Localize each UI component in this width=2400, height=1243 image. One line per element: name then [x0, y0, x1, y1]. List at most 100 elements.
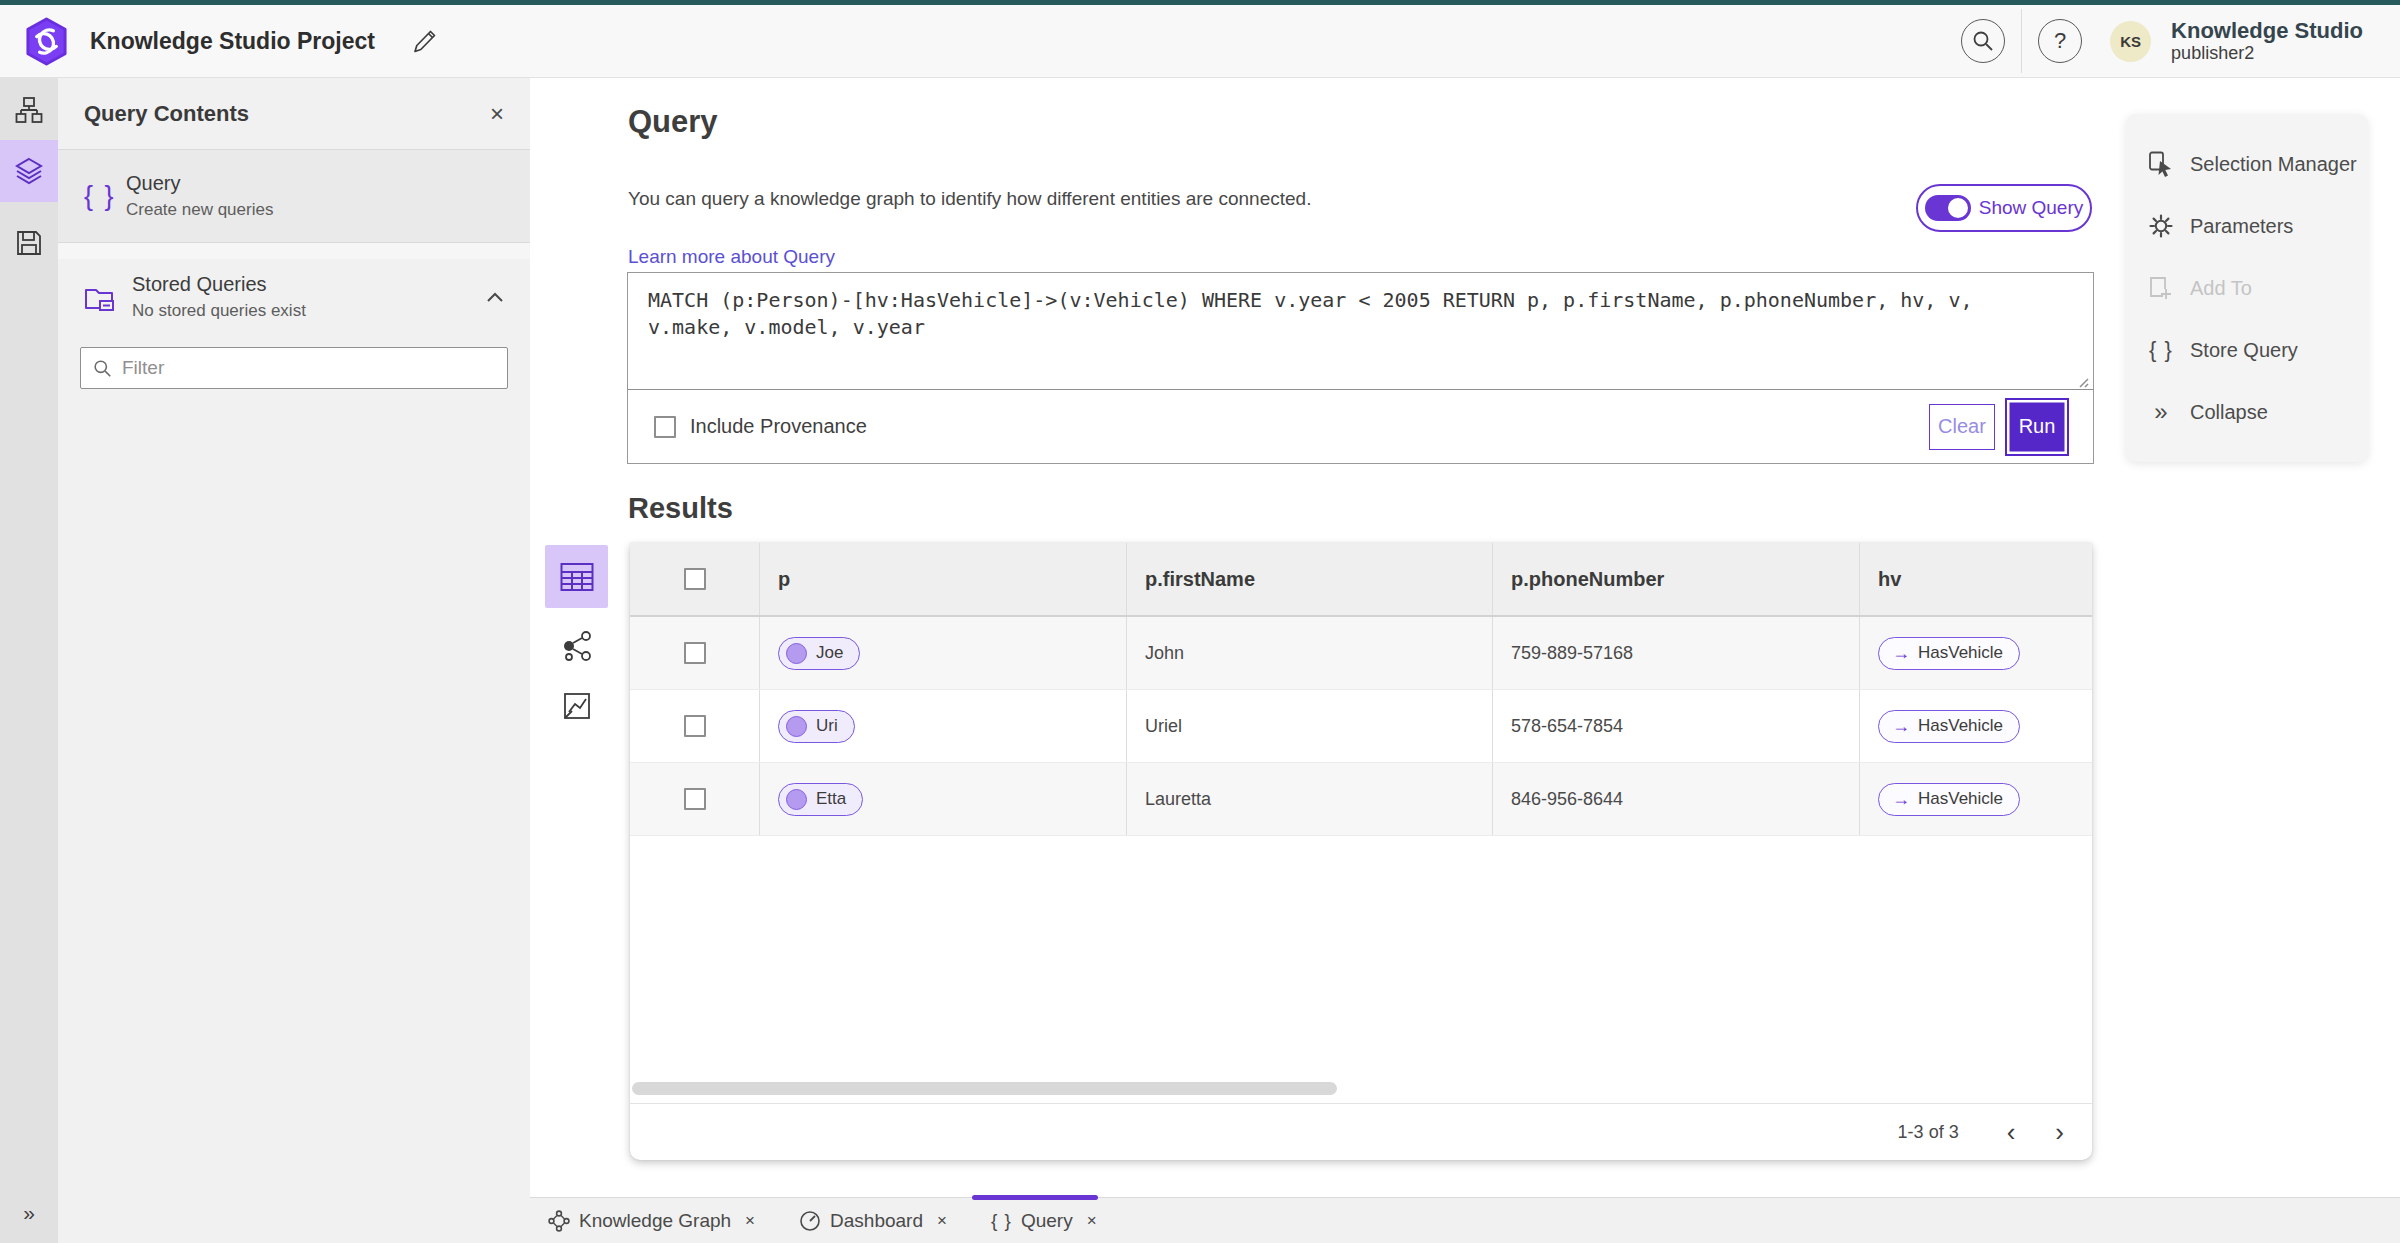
stored-queries-title: Stored Queries	[132, 273, 306, 296]
user-block: Knowledge Studio publisher2	[2171, 18, 2363, 64]
cell-phone: 846-956-8644	[1511, 789, 1623, 810]
relation-pill[interactable]: →HasVehicle	[1878, 710, 2020, 743]
filter-input[interactable]	[122, 357, 495, 379]
entity-pill[interactable]: Joe	[778, 637, 860, 670]
filter-field[interactable]	[80, 347, 508, 389]
stored-queries-subtitle: No stored queries exist	[132, 301, 306, 321]
cell-phone: 578-654-7854	[1511, 716, 1623, 737]
gear-icon	[2148, 213, 2174, 239]
row-checkbox[interactable]	[684, 642, 706, 664]
select-all-checkbox[interactable]	[684, 568, 706, 590]
layers-icon	[14, 156, 44, 186]
bottom-tabbar: Knowledge Graph × Dashboard × { } Query …	[530, 1197, 2400, 1243]
arrow-right-icon: →	[1892, 716, 1910, 737]
entity-pill[interactable]: Etta	[778, 783, 863, 816]
collapse-icon: »	[2148, 398, 2174, 426]
table-row[interactable]: Etta Lauretta 846-956-8644 →HasVehicle	[630, 763, 2092, 836]
clear-button[interactable]: Clear	[1929, 404, 1995, 450]
include-provenance-checkbox[interactable]	[654, 416, 676, 438]
column-header-p[interactable]: p	[760, 543, 1127, 615]
app-root: Knowledge Studio Project ? KS Knowledge …	[0, 0, 2400, 1243]
tab-query[interactable]: { } Query ×	[991, 1210, 1097, 1232]
graph-view-button[interactable]	[561, 630, 593, 662]
help-button[interactable]: ?	[2038, 19, 2082, 63]
tab-close-icon[interactable]: ×	[937, 1211, 947, 1231]
knowledge-graph-icon	[548, 1210, 570, 1232]
toggle-switch	[1925, 195, 1971, 221]
panel-close-icon[interactable]: ×	[490, 100, 504, 128]
menu-item-add-to[interactable]: Add To	[2126, 257, 2368, 319]
include-provenance-label: Include Provenance	[690, 415, 867, 438]
menu-item-selection-manager[interactable]: Selection Manager	[2126, 133, 2368, 195]
relation-pill[interactable]: →HasVehicle	[1878, 637, 2020, 670]
search-button[interactable]	[1961, 19, 2005, 63]
pagination-next-icon[interactable]: ›	[2055, 1119, 2064, 1145]
tab-close-icon[interactable]: ×	[745, 1211, 755, 1231]
chart-view-button[interactable]	[563, 692, 591, 720]
results-table: p p.firstName p.phoneNumber hv Joe John …	[630, 543, 2092, 1160]
column-header-hv[interactable]: hv	[1860, 543, 2092, 615]
tab-knowledge-graph[interactable]: Knowledge Graph ×	[548, 1210, 755, 1232]
panel-item-stored-queries[interactable]: Stored Queries No stored queries exist	[58, 259, 530, 321]
query-textarea[interactable]: MATCH (p:Person)-[hv:HasVehicle]->(v:Veh…	[628, 273, 2093, 390]
save-icon	[16, 230, 42, 256]
edit-title-icon[interactable]	[411, 28, 438, 55]
row-checkbox[interactable]	[684, 715, 706, 737]
query-section-title: Query	[628, 104, 718, 140]
menu-item-collapse[interactable]: » Collapse	[2126, 381, 2368, 443]
menu-item-parameters[interactable]: Parameters	[2126, 195, 2368, 257]
user-role: publisher2	[2171, 43, 2363, 64]
menu-item-store-query[interactable]: { } Store Query	[2126, 319, 2368, 381]
header-divider	[2021, 9, 2022, 73]
resize-handle-icon[interactable]	[2075, 374, 2089, 388]
query-item-title: Query	[126, 172, 273, 195]
toggle-label: Show Query	[1979, 197, 2084, 219]
tab-dashboard[interactable]: Dashboard ×	[799, 1210, 947, 1232]
header: Knowledge Studio Project ? KS Knowledge …	[0, 5, 2400, 78]
table-row[interactable]: Uri Uriel 578-654-7854 →HasVehicle	[630, 690, 2092, 763]
column-header-firstname[interactable]: p.firstName	[1127, 543, 1493, 615]
query-editor: MATCH (p:Person)-[hv:HasVehicle]->(v:Veh…	[627, 272, 2094, 464]
help-icon: ?	[2054, 28, 2066, 54]
table-view-button[interactable]	[545, 545, 608, 608]
table-header-row: p p.firstName p.phoneNumber hv	[630, 543, 2092, 617]
run-button[interactable]: Run	[2005, 398, 2069, 456]
app-logo-icon	[24, 17, 69, 66]
table-row[interactable]: Joe John 759-889-57168 →HasVehicle	[630, 617, 2092, 690]
panel-title: Query Contents	[84, 101, 249, 127]
row-checkbox[interactable]	[684, 788, 706, 810]
braces-icon: { }	[991, 1210, 1012, 1232]
chevron-up-icon[interactable]	[486, 291, 504, 303]
arrow-right-icon: →	[1892, 643, 1910, 664]
node-circle-icon	[786, 643, 807, 664]
braces-icon: { }	[2148, 337, 2174, 363]
relation-pill[interactable]: →HasVehicle	[1878, 783, 2020, 816]
cell-firstname: Lauretta	[1145, 789, 1211, 810]
main-content: Query You can query a knowledge graph to…	[530, 78, 2400, 1243]
active-tab-indicator	[972, 1195, 1098, 1200]
show-query-toggle[interactable]: Show Query	[1916, 184, 2092, 232]
panel-item-query[interactable]: { } Query Create new queries	[58, 150, 530, 243]
search-icon	[1972, 30, 1994, 52]
horizontal-scrollbar[interactable]	[632, 1082, 1337, 1095]
column-header-phone[interactable]: p.phoneNumber	[1493, 543, 1860, 615]
selection-manager-icon	[2148, 151, 2174, 177]
rail-item-layers-selected[interactable]	[0, 140, 58, 202]
query-contents-panel: Query Contents × { } Query Create new qu…	[58, 78, 530, 1243]
query-item-subtitle: Create new queries	[126, 200, 273, 220]
query-description: You can query a knowledge graph to ident…	[628, 188, 1311, 210]
node-circle-icon	[786, 716, 807, 737]
avatar[interactable]: KS	[2110, 21, 2151, 62]
entity-pill[interactable]: Uri	[778, 710, 855, 743]
arrow-right-icon: →	[1892, 789, 1910, 810]
table-icon	[560, 562, 594, 592]
pagination-prev-icon[interactable]: ‹	[2007, 1119, 2016, 1145]
tab-close-icon[interactable]: ×	[1087, 1211, 1097, 1231]
cell-phone: 759-889-57168	[1511, 643, 1633, 664]
expand-panel-button[interactable]: »	[0, 1201, 58, 1225]
rail-item-lineage[interactable]	[0, 96, 58, 124]
rail-item-save[interactable]	[0, 230, 58, 256]
stored-queries-folder-icon	[84, 282, 116, 312]
learn-more-link[interactable]: Learn more about Query	[628, 246, 835, 268]
dashboard-icon	[799, 1210, 821, 1232]
